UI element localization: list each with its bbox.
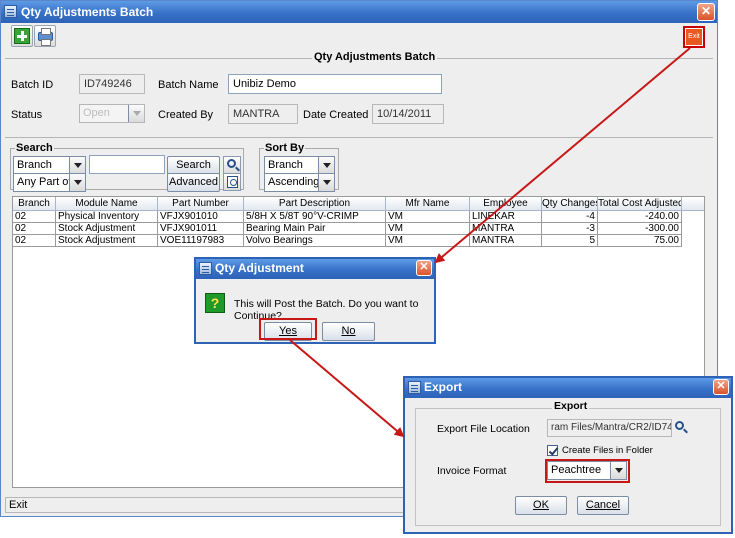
- add-button[interactable]: [11, 25, 33, 47]
- column-header-employee[interactable]: Employee: [470, 197, 542, 211]
- sort-group-label: Sort By: [264, 142, 306, 154]
- chevron-down-icon: [128, 105, 144, 122]
- qty-dialog-close-button[interactable]: ✕: [416, 260, 432, 276]
- export-dialog-close-button[interactable]: ✕: [713, 379, 729, 395]
- toolbar: Exit: [1, 23, 717, 49]
- column-header-mfr-name[interactable]: Mfr Name: [386, 197, 470, 211]
- table-cell[interactable]: -300.00: [598, 223, 682, 235]
- advanced-icon-button[interactable]: [223, 173, 241, 191]
- section-divider: [5, 137, 713, 138]
- search-icon-button[interactable]: [223, 156, 241, 174]
- created-by-label: Created By: [158, 109, 214, 121]
- print-button[interactable]: [34, 25, 56, 47]
- created-by-field: MANTRA: [228, 104, 298, 124]
- date-created-label: Date Created: [303, 109, 369, 121]
- table-cell[interactable]: 02: [13, 235, 56, 247]
- chevron-down-icon: [318, 174, 334, 191]
- table-cell[interactable]: VFJX901010: [158, 211, 244, 223]
- table-cell[interactable]: 5/8H X 5/8T 90°V-CRIMP: [244, 211, 386, 223]
- export-dialog: Export ✕ Export Export File Location ram…: [403, 376, 733, 534]
- search-group-label: Search: [15, 142, 54, 154]
- window-title: Qty Adjustments Batch: [21, 5, 154, 19]
- table-cell[interactable]: MANTRA: [470, 235, 542, 247]
- column-header-branch[interactable]: Branch: [13, 197, 56, 211]
- table-cell[interactable]: 5: [542, 235, 598, 247]
- column-header-module-name[interactable]: Module Name: [56, 197, 158, 211]
- sort-field-value: Branch: [268, 159, 303, 171]
- invoice-format-highlight-box: [545, 459, 630, 483]
- qty-dialog-title: Qty Adjustment: [215, 261, 304, 275]
- sort-order-value: Ascending: [268, 176, 320, 188]
- cancel-button[interactable]: Cancel: [577, 496, 629, 515]
- main-titlebar: Qty Adjustments Batch: [1, 1, 717, 23]
- column-header-part-description[interactable]: Part Description: [244, 197, 386, 211]
- batch-name-label: Batch Name: [158, 79, 219, 91]
- browse-folder-icon: [675, 421, 684, 430]
- table-cell[interactable]: Bearing Main Pair: [244, 223, 386, 235]
- status-dropdown: Open: [79, 104, 145, 123]
- exit-icon: Exit: [686, 29, 702, 45]
- export-dialog-titlebar: Export: [405, 378, 731, 398]
- export-dialog-title: Export: [424, 380, 463, 394]
- create-files-label: Create Files in Folder: [562, 445, 653, 456]
- table-cell[interactable]: VM: [386, 235, 470, 247]
- column-header-qty-changes[interactable]: Qty Changes: [542, 197, 598, 211]
- search-match-dropdown[interactable]: Any Part of ...: [13, 173, 86, 192]
- yes-highlight-box: [259, 318, 317, 340]
- chevron-down-icon: [318, 157, 334, 174]
- table-cell[interactable]: Stock Adjustment: [56, 235, 158, 247]
- batch-id-field: ID749246: [79, 74, 145, 94]
- browse-folder-button[interactable]: [673, 419, 689, 437]
- column-header-part-number[interactable]: Part Number: [158, 197, 244, 211]
- invoice-format-label: Invoice Format: [437, 465, 507, 477]
- file-location-field[interactable]: ram Files/Mantra/CR2/ID749246/: [547, 419, 672, 437]
- sort-order-dropdown[interactable]: Ascending: [264, 173, 335, 192]
- chevron-down-icon: [69, 157, 85, 174]
- batch-name-field[interactable]: Unibiz Demo: [228, 74, 442, 94]
- app-icon: [199, 262, 212, 275]
- table-cell[interactable]: Volvo Bearings: [244, 235, 386, 247]
- table-cell[interactable]: LINEKAR: [470, 211, 542, 223]
- column-header-total-cost[interactable]: Total Cost Adjusted: [598, 197, 682, 211]
- table-cell[interactable]: 02: [13, 211, 56, 223]
- date-created-field: 10/14/2011: [372, 104, 444, 124]
- ok-button[interactable]: OK: [515, 496, 567, 515]
- table-cell[interactable]: -3: [542, 223, 598, 235]
- table-cell[interactable]: 75.00: [598, 235, 682, 247]
- table-cell[interactable]: Physical Inventory: [56, 211, 158, 223]
- table-cell[interactable]: Stock Adjustment: [56, 223, 158, 235]
- chevron-down-icon: [69, 174, 85, 191]
- table-cell[interactable]: 02: [13, 223, 56, 235]
- table-cell[interactable]: -240.00: [598, 211, 682, 223]
- qty-dialog-titlebar: Qty Adjustment: [196, 259, 434, 279]
- table-cell[interactable]: VM: [386, 223, 470, 235]
- status-label: Status: [11, 109, 43, 121]
- print-icon: [38, 28, 53, 46]
- advanced-search-icon: [227, 176, 238, 188]
- table-cell[interactable]: VM: [386, 211, 470, 223]
- exit-button[interactable]: Exit: [683, 26, 705, 48]
- add-icon: [14, 28, 30, 44]
- search-field-value: Branch: [17, 159, 52, 171]
- question-icon: ?: [205, 293, 225, 313]
- status-value: Open: [83, 107, 110, 119]
- section-title: Qty Adjustments Batch: [312, 51, 438, 63]
- close-window-button[interactable]: ✕: [697, 3, 715, 21]
- no-button[interactable]: No: [322, 322, 375, 341]
- file-location-label: Export File Location: [437, 423, 530, 435]
- search-input[interactable]: [89, 155, 165, 174]
- app-icon: [4, 5, 17, 18]
- create-files-checkbox[interactable]: [547, 445, 558, 456]
- table-cell[interactable]: VOE11197983: [158, 235, 244, 247]
- advanced-button[interactable]: Advanced: [167, 173, 220, 192]
- table-cell[interactable]: MANTRA: [470, 223, 542, 235]
- export-section-title: Export: [552, 400, 590, 412]
- table-cell[interactable]: -4: [542, 211, 598, 223]
- table-cell[interactable]: VFJX901011: [158, 223, 244, 235]
- app-icon: [408, 381, 421, 394]
- batch-id-label: Batch ID: [11, 79, 54, 91]
- column-header-filler: [682, 197, 704, 211]
- search-icon: [227, 159, 236, 168]
